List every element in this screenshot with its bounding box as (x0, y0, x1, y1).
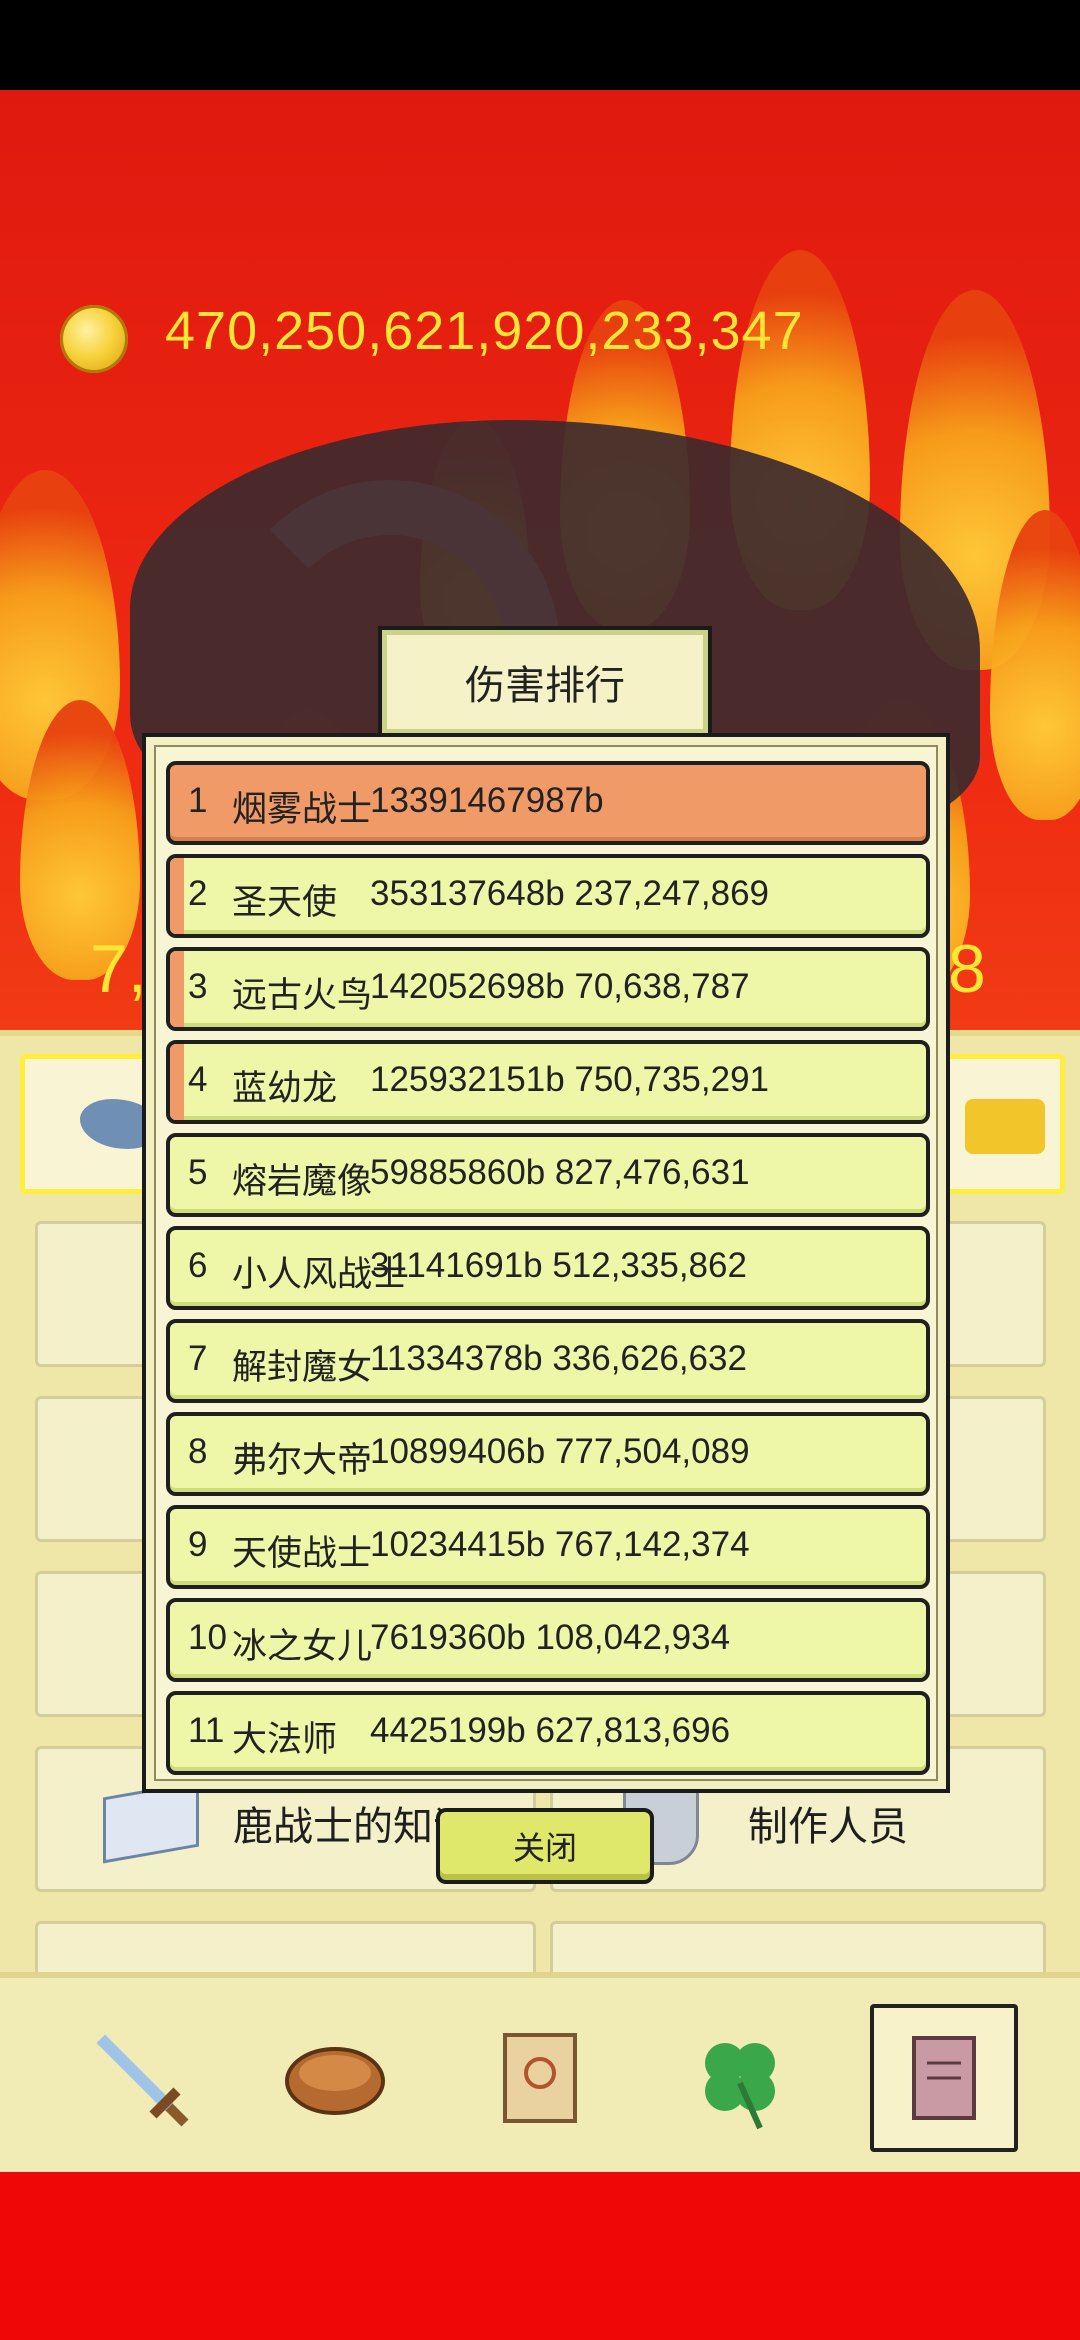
gold-amount: 470,250,621,920,233,347 (165, 301, 804, 361)
background-number-right: 8 (948, 931, 986, 1007)
row-rank: 10 (188, 1618, 227, 1657)
leaderboard-row[interactable]: 6 小人风战士 31141691b 512,335,862 (166, 1226, 930, 1310)
row-score: 31141691b 512,335,862 (370, 1246, 747, 1285)
row-score: 353137648b 237,247,869 (370, 874, 770, 913)
leaderboard-row[interactable]: 11 大法师 4425199b 627,813,696 (166, 1691, 930, 1775)
row-score: 125932151b 750,735,291 (370, 1060, 770, 1099)
row-rank: 3 (188, 967, 208, 1006)
close-button[interactable]: 关闭 (436, 1808, 654, 1884)
leaderboard-row[interactable]: 3 远古火鸟 142052698b 70,638,787 (166, 947, 930, 1031)
row-rank: 8 (188, 1432, 208, 1471)
row-name: 蓝幼龙 (232, 1069, 338, 1108)
nav-weapons[interactable] (70, 2008, 210, 2148)
gold-coin-icon (60, 305, 128, 373)
row-name: 天使战士 (232, 1534, 373, 1573)
scroll-icon (503, 2033, 577, 2123)
leaderboard-row[interactable]: 9 天使战士 10234415b 767,142,374 (166, 1505, 930, 1589)
clover-icon (705, 2043, 775, 2130)
row-name: 大法师 (232, 1720, 338, 1759)
row-rank: 4 (188, 1060, 208, 1099)
sword-icon (96, 2034, 189, 2127)
nav-food[interactable] (265, 2008, 405, 2148)
bread-icon (285, 2047, 385, 2115)
leaderboard-row[interactable]: 2 圣天使 353137648b 237,247,869 (166, 854, 930, 938)
leaderboard-row[interactable]: 8 弗尔大帝 10899406b 777,504,089 (166, 1412, 930, 1496)
row-score: 59885860b 827,476,631 (370, 1153, 750, 1192)
row-name: 远古火鸟 (232, 976, 373, 1015)
leaderboard-row[interactable]: 1 烟雾战士 13391467987b (166, 761, 930, 845)
row-name: 圣天使 (232, 883, 338, 922)
row-rank: 2 (188, 874, 208, 913)
row-name: 弗尔大帝 (232, 1441, 373, 1480)
leaderboard-row[interactable]: 4 蓝幼龙 125932151b 750,735,291 (166, 1040, 930, 1124)
row-rank: 11 (188, 1711, 225, 1750)
row-rank: 1 (188, 781, 208, 820)
leaderboard-row[interactable]: 10 冰之女儿 7619360b 108,042,934 (166, 1598, 930, 1682)
cheese-icon (965, 1099, 1045, 1154)
leaderboard-dialog: 1 烟雾战士 13391467987b 2 圣天使 353137648b 237… (142, 733, 950, 1793)
row-name: 冰之女儿 (232, 1627, 373, 1666)
close-label: 关闭 (512, 1830, 577, 1866)
leaderboard-row[interactable]: 7 解封魔女 11334378b 336,626,632 (166, 1319, 930, 1403)
row-score: 10234415b 767,142,374 (370, 1525, 750, 1564)
leaderboard-row[interactable]: 5 熔岩魔像 59885860b 827,476,631 (166, 1133, 930, 1217)
row-rank: 9 (188, 1525, 208, 1564)
leaderboard-title: 伤害排行 (465, 664, 625, 708)
row-name: 解封魔女 (232, 1348, 373, 1387)
row-score: 7619360b 108,042,934 (370, 1618, 731, 1657)
nav-luck[interactable] (670, 2008, 810, 2148)
row-rank: 5 (188, 1153, 208, 1192)
bottom-nav (0, 1972, 1080, 2178)
row-score: 4425199b 627,813,696 (370, 1711, 731, 1750)
row-rank: 6 (188, 1246, 208, 1285)
bottom-area (0, 2172, 1080, 2340)
row-score: 11334378b 336,626,632 (370, 1339, 747, 1378)
nav-quests[interactable] (470, 2008, 610, 2148)
status-bar (0, 0, 1080, 90)
background-number-left: 7, (90, 931, 147, 1007)
credits-label: 制作人员 (748, 1805, 908, 1849)
book-icon (912, 2036, 976, 2120)
row-score: 142052698b 70,638,787 (370, 967, 750, 1006)
row-name: 烟雾战士 (232, 790, 373, 829)
row-score: 10899406b 777,504,089 (370, 1432, 750, 1471)
row-rank: 7 (188, 1339, 208, 1378)
row-name: 熔岩魔像 (232, 1162, 373, 1201)
row-score: 13391467987b (370, 781, 604, 820)
leaderboard-title-tab: 伤害排行 (378, 626, 712, 738)
nav-book[interactable] (870, 2004, 1018, 2152)
